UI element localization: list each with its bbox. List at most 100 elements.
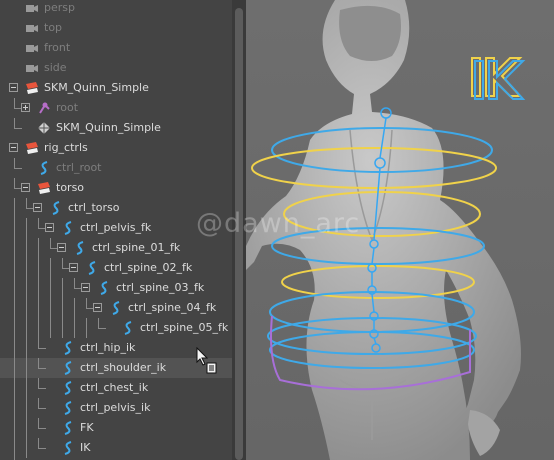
tree-connector <box>26 358 27 378</box>
tree-connector <box>14 338 15 358</box>
tree-connector <box>26 378 27 398</box>
nurbs-curve-icon <box>36 160 52 176</box>
outliner-item-ctrl-spine-03-fk[interactable]: ctrl_spine_03_fk <box>0 278 232 298</box>
tree-connector <box>38 278 39 298</box>
outliner-item-label: IK <box>80 441 91 454</box>
collapse-toggle[interactable] <box>9 143 18 152</box>
tree-connector <box>38 388 46 389</box>
outliner-item-torso[interactable]: torso <box>0 178 232 198</box>
outliner-item-label: SKM_Quinn_Simple <box>56 121 161 134</box>
outliner-item-top[interactable]: top <box>0 18 232 38</box>
tree-connector <box>62 278 63 298</box>
outliner-item-label: ctrl_torso <box>68 201 120 214</box>
outliner-item-fk[interactable]: FK <box>0 418 232 438</box>
tree-connector <box>62 298 63 318</box>
nurbs-curve-icon <box>60 420 76 436</box>
tree-connector <box>38 438 39 448</box>
tree-connector <box>98 318 99 328</box>
tree-connector <box>26 278 27 298</box>
collapse-toggle[interactable] <box>33 203 42 212</box>
tree-connector <box>38 418 39 428</box>
expand-toggle[interactable] <box>21 103 30 112</box>
nurbs-curve-icon <box>48 200 64 216</box>
tree-connector <box>14 98 15 108</box>
camera-icon <box>24 0 40 16</box>
tree-connector <box>26 198 27 208</box>
tree-connector <box>50 238 51 248</box>
tree-connector <box>14 318 15 338</box>
ik-switch-control[interactable] <box>471 57 526 100</box>
tree-connector <box>38 238 39 258</box>
camera-icon <box>24 20 40 36</box>
collapse-toggle[interactable] <box>81 283 90 292</box>
outliner-item-label: ctrl_spine_01_fk <box>92 241 181 254</box>
transform-group-icon <box>36 180 52 196</box>
tree-connector <box>14 168 22 169</box>
outliner-item-label: ctrl_pelvis_ik <box>80 401 151 414</box>
outliner-item-skm-quinn-simple[interactable]: SKM_Quinn_Simple <box>0 118 232 138</box>
outliner-item-persp[interactable]: persp <box>0 0 232 18</box>
nurbs-curve-icon <box>60 440 76 456</box>
outliner-item-ctrl-spine-05-fk[interactable]: ctrl_spine_05_fk <box>0 318 232 338</box>
collapse-toggle[interactable] <box>93 303 102 312</box>
outliner-item-label: root <box>56 101 79 114</box>
outliner-item-ctrl-spine-01-fk[interactable]: ctrl_spine_01_fk <box>0 238 232 258</box>
tree-connector <box>26 298 27 318</box>
outliner-item-rig-ctrls[interactable]: rig_ctrls <box>0 138 232 158</box>
collapse-toggle[interactable] <box>69 263 78 272</box>
tree-connector <box>74 298 75 318</box>
outliner-item-label: FK <box>80 421 94 434</box>
collapse-toggle[interactable] <box>21 183 30 192</box>
collapse-toggle[interactable] <box>9 83 18 92</box>
nurbs-curve-icon <box>60 220 76 236</box>
nurbs-curve-icon <box>96 280 112 296</box>
tree-connector <box>86 318 87 338</box>
tree-connector <box>38 408 46 409</box>
tree-connector <box>26 418 27 438</box>
tree-connector <box>14 418 15 438</box>
transform-group-icon <box>24 80 40 96</box>
tree-connector <box>62 258 63 268</box>
outliner-item-label: ctrl_spine_03_fk <box>116 281 205 294</box>
collapse-toggle[interactable] <box>57 243 66 252</box>
tree-connector <box>14 238 15 258</box>
outliner-item-label: rig_ctrls <box>44 141 88 154</box>
outliner-item-label: ctrl_pelvis_fk <box>80 221 152 234</box>
tree-connector <box>38 348 46 349</box>
tree-connector <box>26 238 27 258</box>
outliner-item-label: ctrl_hip_ik <box>80 341 136 354</box>
nurbs-curve-icon <box>72 240 88 256</box>
tree-connector <box>38 318 39 338</box>
outliner-item-ctrl-spine-02-fk[interactable]: ctrl_spine_02_fk <box>0 258 232 278</box>
outliner-item-ik[interactable]: IK <box>0 438 232 458</box>
outliner-item-front[interactable]: front <box>0 38 232 58</box>
outliner-item-ctrl-spine-04-fk[interactable]: ctrl_spine_04_fk <box>0 298 232 318</box>
outliner-item-ctrl-pelvis-ik[interactable]: ctrl_pelvis_ik <box>0 398 232 418</box>
tree-connector <box>86 298 87 308</box>
outliner-item-ctrl-chest-ik[interactable]: ctrl_chest_ik <box>0 378 232 398</box>
outliner-item-skm-quinn-simple[interactable]: SKM_Quinn_Simple <box>0 78 232 98</box>
tree-connector <box>50 318 51 338</box>
outliner-item-side[interactable]: side <box>0 58 232 78</box>
tree-connector <box>14 158 15 168</box>
nurbs-curve-icon <box>60 400 76 416</box>
outliner-item-ctrl-root[interactable]: ctrl_root <box>0 158 232 178</box>
tree-connector <box>38 358 39 368</box>
tree-connector <box>14 278 15 298</box>
tree-connector <box>14 128 22 129</box>
tree-connector <box>62 318 63 338</box>
mouse-cursor-icon <box>196 347 217 374</box>
tree-connector <box>98 328 106 329</box>
tree-connector <box>50 258 51 278</box>
tree-connector <box>26 438 27 458</box>
transform-group-icon <box>24 140 40 156</box>
outliner-item-root[interactable]: root <box>0 98 232 118</box>
tree-connector <box>38 398 39 408</box>
tree-connector <box>14 218 15 238</box>
tree-connector <box>14 438 15 458</box>
tree-connector <box>14 398 15 418</box>
tree-connector <box>74 318 75 338</box>
collapse-toggle[interactable] <box>45 223 54 232</box>
tree-connector <box>50 278 51 298</box>
nurbs-curve-icon <box>60 340 76 356</box>
